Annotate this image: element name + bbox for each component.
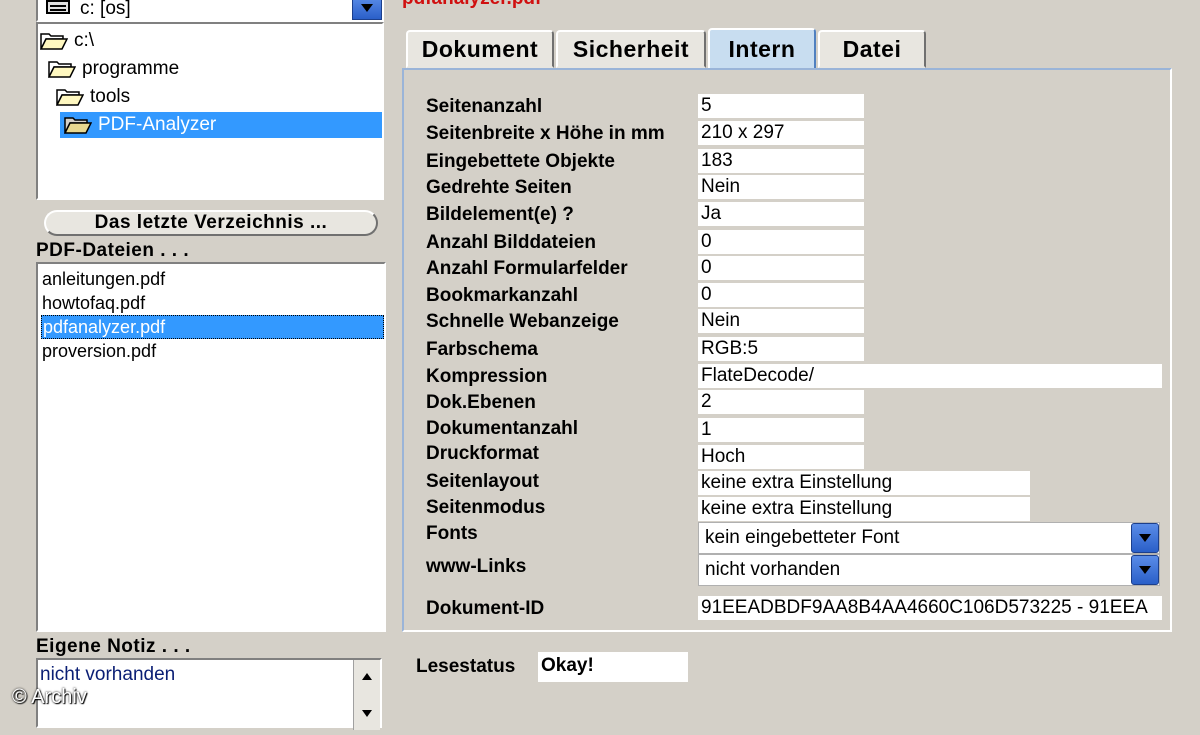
field-label: Anzahl Bilddateien [426,232,596,253]
chevron-down-icon [1139,566,1151,574]
lesestatus-value: Okay! [538,652,688,682]
www-links-dropdown-button[interactable] [1131,555,1159,585]
field-value: FlateDecode/ [698,364,1162,388]
field-value: 1 [698,418,864,442]
open-folder-icon [64,117,92,134]
tab-sicherheit[interactable]: Sicherheit [556,30,706,68]
tab-datei[interactable]: Datei [818,30,926,68]
field-value: keine extra Einstellung [698,497,1030,521]
current-file-title: pdfanalyzer.pdf [402,0,541,10]
field-value: keine extra Einstellung [698,471,1030,495]
tree-item-root[interactable]: c:\ [40,28,94,54]
note-text: nicht vorhanden [40,664,176,685]
field-label: www-Links [426,556,527,577]
field-label: Kompression [426,366,548,387]
open-folder-icon [48,61,76,78]
field-value: RGB:5 [698,337,864,361]
field-label: Dokumentanzahl [426,418,579,439]
field-label: Fonts [426,523,478,544]
field-value: 0 [698,256,864,280]
tab-intern[interactable]: Intern [708,28,816,70]
tab-dokument[interactable]: Dokument [406,30,554,68]
field-value: 5 [698,94,864,118]
field-value: 183 [698,149,864,173]
tree-item-label: tools [90,86,131,107]
tree-item-label: PDF-Analyzer [98,114,217,135]
www-links-select[interactable]: nicht vorhanden [698,554,1160,586]
tree-item-tools[interactable]: tools [56,84,130,110]
copyright-watermark: © Archiv [12,686,87,708]
chevron-down-icon [361,4,373,12]
tree-item-pdf-analyzer[interactable]: PDF-Analyzer [60,112,382,138]
fonts-select[interactable]: kein eingebetteter Font [698,522,1160,554]
field-label: Seitenbreite x Höhe in mm [426,123,665,144]
field-label: Dok.Ebenen [426,392,536,413]
pdf-files-heading: PDF-Dateien . . . [36,240,190,261]
pdf-file-list[interactable]: anleitungen.pdf howtofaq.pdf pdfanalyzer… [36,262,386,632]
field-value: Nein [698,309,864,333]
list-item[interactable]: howtofaq.pdf [42,292,145,314]
last-directory-button[interactable]: Das letzte Verzeichnis ... [44,210,378,236]
tree-item-label: c:\ [74,30,95,51]
field-label: Druckformat [426,443,539,464]
field-label: Farbschema [426,339,538,360]
www-links-select-value: nicht vorhanden [705,559,841,580]
field-value: 210 x 297 [698,121,864,145]
drive-select-value: c: [os] [80,0,131,19]
field-label: Seitenlayout [426,471,539,492]
field-label: Gedrehte Seiten [426,177,572,198]
open-folder-icon [56,89,84,106]
list-item-selected[interactable]: pdfanalyzer.pdf [41,315,384,339]
lesestatus-label: Lesestatus [416,656,516,677]
open-folder-icon [40,33,68,50]
field-label: Schnelle Webanzeige [426,311,619,332]
fonts-select-value: kein eingebetteter Font [705,527,900,548]
field-label: Seitenanzahl [426,96,543,117]
field-value: Ja [698,202,864,226]
drive-icon [46,0,70,14]
field-value: 2 [698,390,864,414]
field-label: Anzahl Formularfelder [426,258,628,279]
field-label: Bookmarkanzahl [426,285,579,306]
folder-tree[interactable]: c:\ programme tools PDF-Analyzer [36,22,384,200]
chevron-down-icon [1139,534,1151,542]
drive-dropdown-button[interactable] [352,0,382,20]
document-id-value: 91EEADBDF9AA8B4AA4660C106D573225 - 91EEA [698,596,1162,620]
field-label: Eingebettete Objekte [426,151,615,172]
field-value: 0 [698,283,864,307]
drive-select[interactable]: c: [os] [36,0,384,22]
list-item[interactable]: anleitungen.pdf [42,268,165,290]
field-label: Bildelement(e) ? [426,204,574,225]
note-heading: Eigene Notiz . . . [36,636,191,657]
tree-item-programme[interactable]: programme [48,56,179,82]
field-value: Hoch [698,445,864,469]
field-label: Seitenmodus [426,497,546,518]
field-label: Dokument-ID [426,598,545,619]
note-field[interactable]: nicht vorhanden [36,658,382,730]
field-value: 0 [698,230,864,254]
fonts-dropdown-button[interactable] [1131,523,1159,553]
field-value: Nein [698,175,864,199]
tree-item-label: programme [82,58,180,79]
list-item[interactable]: proversion.pdf [42,340,156,362]
